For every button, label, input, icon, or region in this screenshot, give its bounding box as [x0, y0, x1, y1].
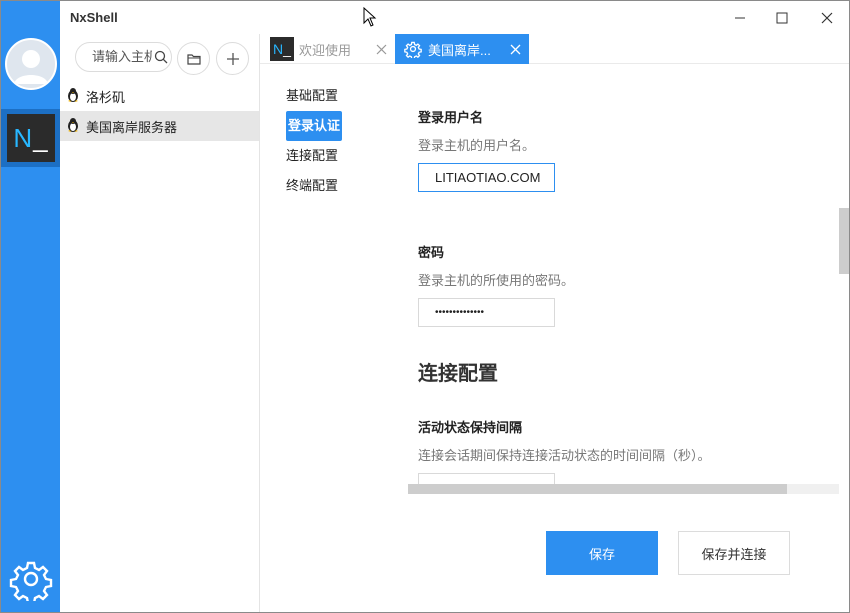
maximize-button[interactable]: [760, 1, 804, 34]
search-icon[interactable]: [154, 50, 168, 67]
nxshell-app-button[interactable]: N_: [7, 114, 55, 162]
keepalive-desc: 连接会话期间保持连接活动状态的时间间隔（秒）。: [418, 448, 711, 463]
add-folder-button[interactable]: [177, 42, 210, 75]
username-field[interactable]: LITIAOTIAO.COM: [418, 163, 555, 192]
minimize-icon: [735, 17, 745, 18]
host-list: 洛杉矶 美国离岸服务器: [60, 81, 259, 141]
title-bar: NxShell: [60, 1, 849, 34]
username-desc: 登录主机的用户名。: [418, 138, 536, 153]
host-label: 美国离岸服务器: [86, 119, 178, 135]
password-desc: 登录主机的所使用的密码。: [418, 273, 575, 288]
vertical-scrollbar[interactable]: [839, 208, 849, 274]
app-window: N_ NxShell 请输入主机 洛杉矶 美国离岸服务器 N_ 欢迎使用 美国离…: [0, 0, 850, 613]
app-glyph: N: [13, 123, 34, 153]
host-panel: 洛杉矶 美国离岸服务器: [60, 34, 260, 612]
left-rail: N_: [1, 1, 60, 612]
nxshell-logo-icon: N_: [270, 37, 294, 61]
close-tab-button[interactable]: [376, 43, 387, 58]
mouse-cursor-icon: [363, 6, 377, 30]
close-icon: [510, 44, 521, 55]
save-button[interactable]: 保存: [546, 531, 658, 575]
nav-login-auth[interactable]: 登录认证: [286, 111, 342, 141]
user-avatar-icon[interactable]: [5, 38, 57, 90]
host-item-selected[interactable]: 美国离岸服务器: [60, 111, 259, 141]
close-tab-button[interactable]: [510, 43, 521, 58]
minimize-button[interactable]: [718, 1, 762, 34]
nav-terminal-config[interactable]: 终端配置: [286, 171, 346, 201]
linux-penguin-icon: [66, 117, 80, 136]
tab-bar: N_ 欢迎使用 美国离岸...: [260, 34, 849, 64]
search-box[interactable]: [75, 42, 172, 72]
nav-basic-config[interactable]: 基础配置: [286, 81, 346, 111]
window-title: NxShell: [70, 10, 118, 25]
horizontal-scrollbar-track[interactable]: [787, 484, 839, 494]
password-field[interactable]: ••••••••••••••: [418, 298, 555, 327]
nav-connection-config[interactable]: 连接配置: [286, 141, 346, 171]
horizontal-scrollbar[interactable]: [408, 484, 787, 494]
gear-icon: [404, 40, 422, 58]
folder-icon: [186, 53, 201, 65]
host-label: 洛杉矶: [86, 89, 126, 105]
close-icon: [821, 12, 833, 23]
tab-label: 欢迎使用: [299, 42, 352, 58]
username-title: 登录用户名: [418, 110, 484, 125]
settings-nav: 基础配置 登录认证 连接配置 终端配置: [286, 81, 346, 201]
search-input[interactable]: [92, 49, 152, 64]
linux-penguin-icon: [66, 87, 80, 106]
tab-label: 美国离岸...: [428, 42, 491, 58]
host-item[interactable]: 洛杉矶: [60, 81, 259, 111]
gear-icon[interactable]: [9, 557, 53, 605]
close-window-button[interactable]: [805, 1, 849, 34]
app-glyph-suffix: _: [33, 123, 49, 153]
plus-icon: [226, 52, 239, 65]
password-title: 密码: [418, 245, 445, 260]
section-heading-connection: 连接配置: [418, 363, 498, 385]
save-and-connect-button[interactable]: 保存并连接: [678, 531, 790, 575]
keepalive-field[interactable]: [418, 473, 555, 484]
close-icon: [376, 44, 387, 55]
maximize-icon: [776, 12, 788, 23]
tab-welcome[interactable]: N_ 欢迎使用: [270, 34, 395, 64]
keepalive-title: 活动状态保持间隔: [418, 420, 523, 435]
tab-host-settings[interactable]: 美国离岸...: [395, 34, 529, 64]
add-host-button[interactable]: [216, 42, 249, 75]
